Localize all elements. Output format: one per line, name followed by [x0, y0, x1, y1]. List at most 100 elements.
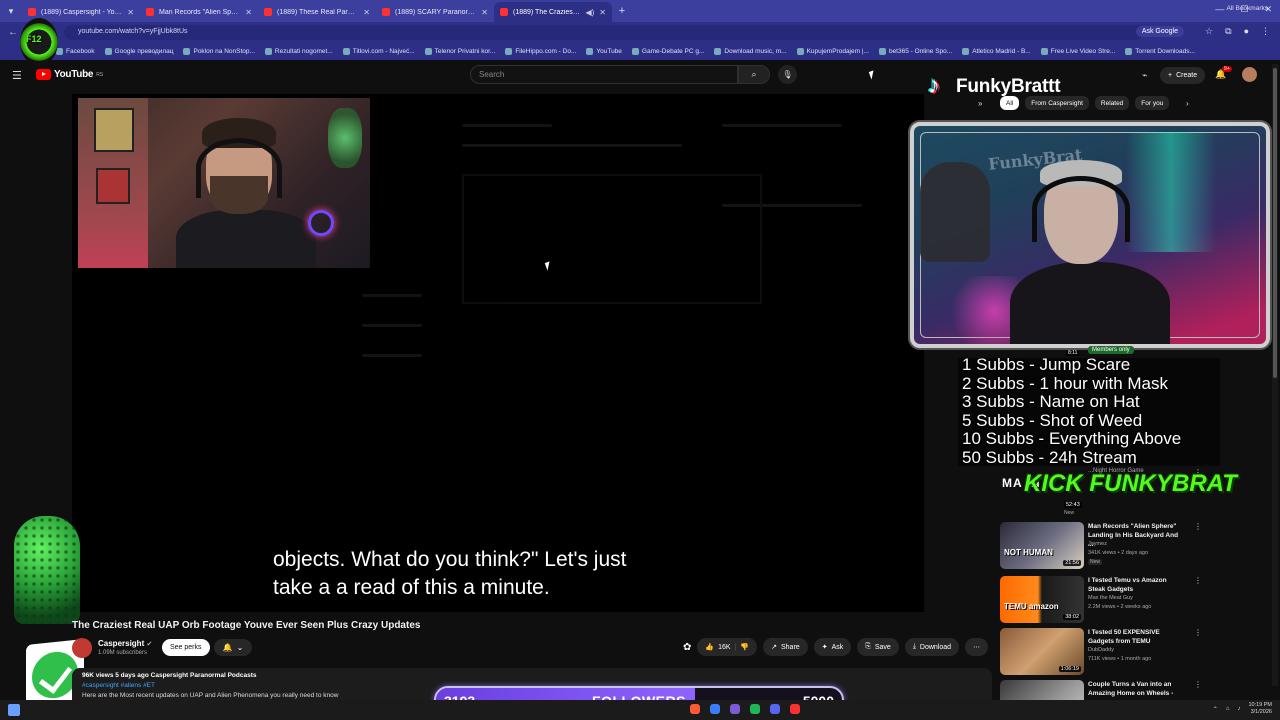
bookmark-item[interactable]: Poklon na NonStop... [183, 47, 255, 55]
app-icon[interactable] [710, 704, 720, 714]
rec-meta: 711K views • 1 month ago [1088, 656, 1152, 662]
browser-tab[interactable]: (1889) These Real Paranormal E... ✕ [258, 2, 376, 22]
scrollbar-thumb[interactable] [1273, 68, 1277, 378]
app-icon[interactable] [790, 704, 800, 714]
subscription-bell-button[interactable]: 🔔 ⌄ [214, 639, 252, 656]
minimize-icon[interactable]: — [1215, 4, 1224, 15]
tiktok-username: FunkyBrattt [956, 76, 1061, 97]
see-perks-button[interactable]: See perks [162, 639, 210, 656]
menu-dots-icon[interactable]: ⋮ [1261, 26, 1270, 37]
app-icon[interactable] [690, 704, 700, 714]
subtitle-line: take a a read of this a minute. [273, 576, 550, 599]
back-icon[interactable]: ← [8, 27, 18, 38]
new-tab-button[interactable]: + [612, 5, 632, 17]
bookmark-item[interactable]: FileHippo.com - Do... [505, 47, 576, 55]
all-bookmarks[interactable]: All Bookmarks [1226, 5, 1268, 12]
more-vert-icon[interactable]: ⋮ [1194, 680, 1202, 689]
browser-tab-active[interactable]: (1889) The Craziest Real UA... ◀) ✕ [494, 2, 612, 22]
video-thumbnail[interactable]: TEMU amazon 38:02 [1000, 576, 1084, 623]
more-vert-icon[interactable]: ⋮ [1194, 468, 1202, 477]
ai-sparkle-icon[interactable]: ✿ [683, 642, 691, 653]
tab-label: Man Records "Alien Sphere" La... [159, 8, 240, 16]
bookmark-item[interactable]: Download music, m... [714, 47, 787, 55]
bookmark-item[interactable]: Free Live Video Stre... [1040, 47, 1116, 55]
bookmark-item[interactable]: Game-Debate PC g... [631, 47, 704, 55]
start-menu-icon[interactable] [8, 704, 20, 716]
bookmark-item[interactable]: Titlovi.com - Najveć... [342, 47, 415, 55]
recommended-video[interactable]: NOT HUMAN 21:56 Man Records "Alien Sphere"… [1000, 522, 1202, 570]
create-button[interactable]: + Create [1160, 67, 1206, 84]
app-icon[interactable] [730, 704, 740, 714]
download-button[interactable]: ⤓ Download [904, 638, 960, 656]
video-thumbnail[interactable]: NOT HUMAN 21:56 [1000, 522, 1084, 569]
bookmark-label: Free Live Video Stre... [1050, 47, 1116, 55]
os-taskbar: ⌃ ⌂ ♪ 10:19 PM 3/1/2026 [0, 700, 1280, 720]
spotify-icon[interactable] [750, 704, 760, 714]
bookmark-item[interactable]: Torrent Downloads... [1125, 47, 1195, 55]
youtube-logo[interactable]: YouTube RS [36, 69, 103, 80]
recommendation-filter-chips: All From Caspersight Related For you [1000, 96, 1170, 110]
filter-chip[interactable]: For you [1135, 96, 1170, 110]
browser-tab-bar: ▾ (1889) Caspersight - YouTube ✕ Man Reco… [0, 0, 1280, 22]
filter-chip[interactable]: Related [1094, 96, 1130, 110]
bookmark-item[interactable]: Atletico Madrid - B... [962, 47, 1031, 55]
chevron-right-icon[interactable]: › [1186, 99, 1189, 108]
chevron-up-icon[interactable]: ⌃ [1213, 706, 1218, 713]
kick-banner-thumbnail[interactable]: MA IN KICK FUNKYBRAT 52:43 New [1002, 468, 1237, 516]
close-tab-icon[interactable]: ✕ [481, 8, 488, 17]
rec-title[interactable]: ...Night Horror Game [1088, 468, 1144, 474]
chevron-left-icon[interactable]: » [978, 99, 982, 108]
bookmark-item[interactable]: bet365 - Online Spo... [878, 47, 952, 55]
more-vert-icon[interactable]: ⋮ [1194, 576, 1202, 585]
close-tab-icon[interactable]: ✕ [245, 8, 252, 17]
network-icon[interactable]: ⌂ [1226, 706, 1230, 712]
bookmark-item[interactable]: Telenor Privatni kor... [424, 47, 495, 55]
like-button[interactable]: 👍 16K | 👎 [697, 638, 758, 656]
profile-icon[interactable]: ● [1244, 26, 1249, 37]
tab-search-icon[interactable]: ▾ [0, 0, 22, 22]
filter-chip[interactable]: All [1000, 96, 1020, 110]
close-tab-icon[interactable]: ✕ [363, 8, 370, 17]
bookmark-item[interactable]: YouTube [586, 47, 622, 55]
share-icon: ↗ [771, 644, 777, 651]
channel-avatar[interactable] [72, 638, 92, 658]
channel-name[interactable]: Caspersight ✔ [98, 639, 152, 648]
bookmark-item[interactable]: Facebook [56, 47, 95, 55]
voice-search-button[interactable]: 🎙 [778, 65, 797, 84]
recommended-video[interactable]: 1:06:19 I Tested 50 EXPENSIVE Gadgets fro… [1000, 628, 1202, 676]
ghost-line [462, 144, 682, 147]
system-clock[interactable]: 10:19 PM 3/1/2026 [1248, 702, 1272, 716]
more-vert-icon[interactable]: ⋮ [1194, 522, 1202, 531]
video-thumbnail[interactable]: 1:06:19 [1000, 628, 1084, 675]
more-vert-icon[interactable]: ⋮ [1194, 628, 1202, 637]
filter-chip[interactable]: From Caspersight [1025, 96, 1089, 110]
ask-button[interactable]: ✦ Ask [813, 638, 852, 656]
save-button[interactable]: ⎘ Save [857, 638, 899, 656]
search-button[interactable]: ⌕ [738, 65, 770, 84]
browser-tab[interactable]: (1889) SCARY Paranormal Clips... ✕ [376, 2, 494, 22]
search-input[interactable]: Search [470, 65, 738, 84]
menu-icon[interactable]: ☰ [12, 69, 22, 82]
bookmark-label: Google преводилац [114, 47, 174, 55]
account-avatar[interactable] [1242, 67, 1257, 82]
recommended-video[interactable]: TEMU amazon 38:02 I Tested Temu vs Amazon … [1000, 576, 1202, 624]
youtube-header: ☰ YouTube RS Search ⌕ 🎙 [0, 60, 1280, 90]
discord-icon[interactable] [770, 704, 780, 714]
url-field[interactable]: youtube.com/watch?v=yFjjUbk8tUs [64, 25, 1144, 40]
thumbs-down-icon[interactable]: 👎 [740, 643, 749, 651]
volume-icon[interactable]: ♪ [1237, 706, 1240, 712]
share-button[interactable]: ↗ Share [763, 638, 808, 656]
browser-tab[interactable]: Man Records "Alien Sphere" La... ✕ [140, 2, 258, 22]
speaker-icon[interactable]: ◀) [585, 8, 594, 17]
bookmark-star-icon[interactable]: ☆ [1205, 26, 1213, 37]
extensions-icon[interactable]: ⧉ [1225, 26, 1231, 37]
bookmark-item[interactable]: Google преводилац [104, 47, 174, 55]
bookmark-item[interactable]: Rezultati nogomet... [264, 47, 333, 55]
close-tab-icon[interactable]: ✕ [127, 8, 134, 17]
more-actions-button[interactable]: ⋯ [965, 638, 989, 656]
bookmark-item[interactable]: KupujemProdajem |... [796, 47, 869, 55]
sub-goal-item: 50 Subbs - 24h Stream [962, 447, 1137, 467]
ask-google-button[interactable]: Ask Google [1135, 26, 1184, 37]
close-tab-icon[interactable]: ✕ [599, 8, 606, 17]
cast-icon[interactable]: ⌁ [1142, 70, 1147, 81]
